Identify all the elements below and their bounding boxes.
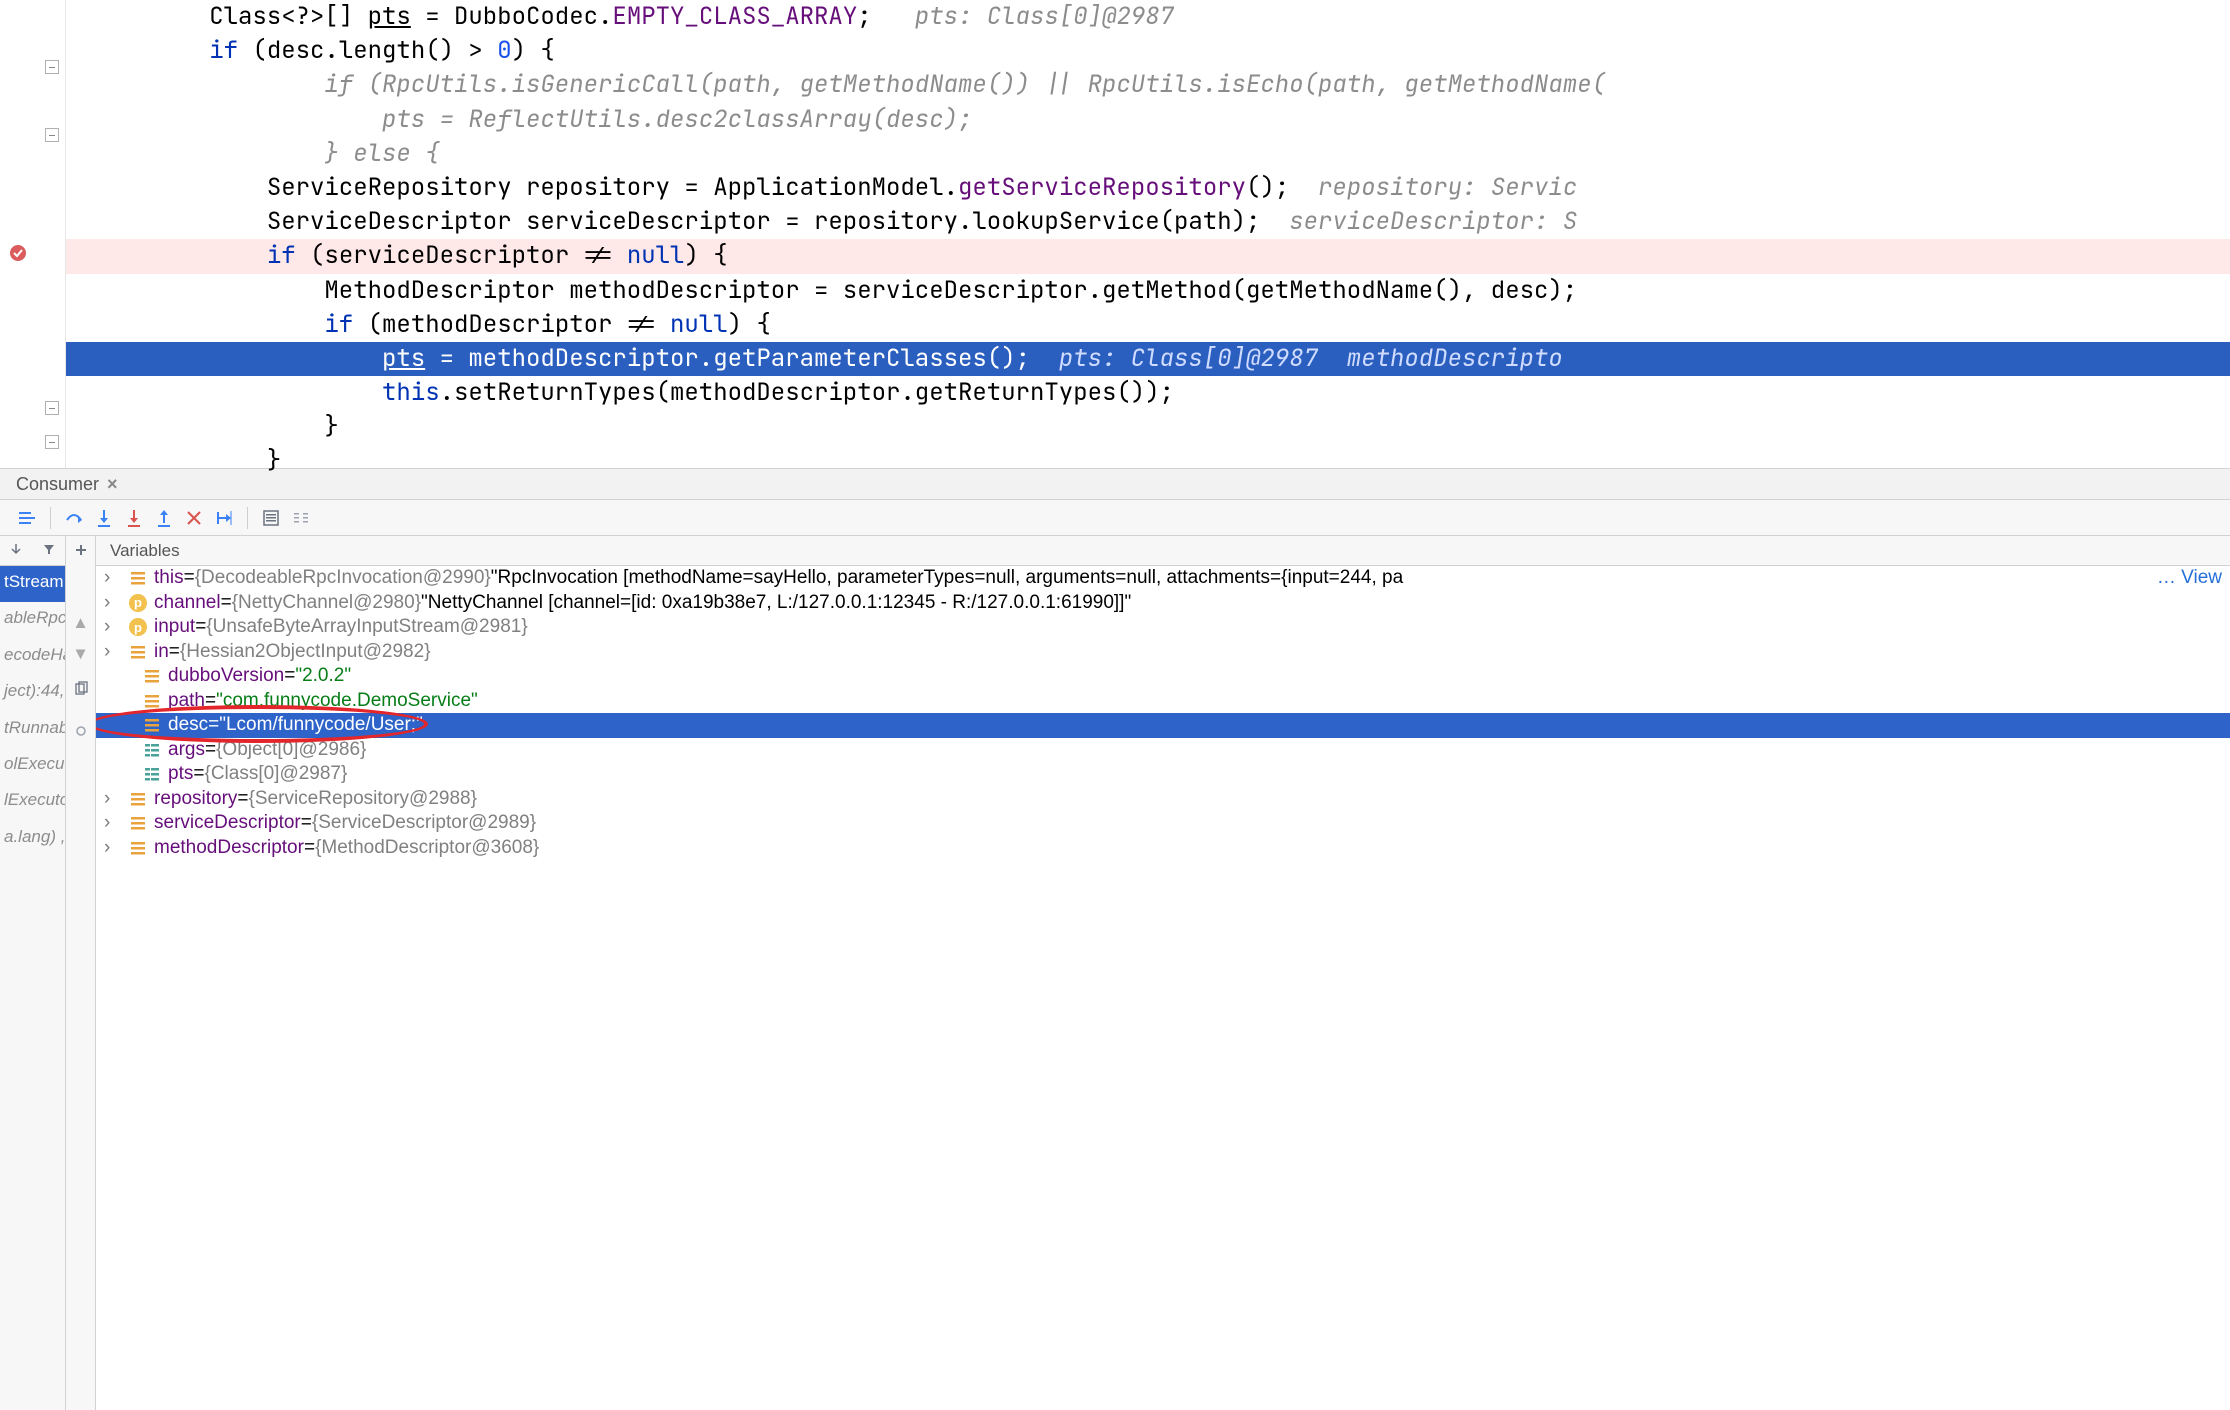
- step-out-icon[interactable]: [151, 505, 177, 531]
- variable-row[interactable]: path = "com.funnycode.DemoService": [96, 689, 2230, 714]
- expand-chevron-icon[interactable]: ›: [104, 592, 118, 614]
- variables-list[interactable]: ›this = {DecodeableRpcInvocation@2990} "…: [96, 566, 2230, 1410]
- code-line[interactable]: if (serviceDescriptor != null) {: [66, 239, 2230, 273]
- code-line[interactable]: this.setReturnTypes(methodDescriptor.get…: [66, 376, 2230, 410]
- code-line[interactable]: } else {: [66, 137, 2230, 171]
- variable-row[interactable]: ›this = {DecodeableRpcInvocation@2990} "…: [96, 566, 2230, 591]
- variable-row[interactable]: pts = {Class[0]@2987}: [96, 762, 2230, 787]
- expand-chevron-icon[interactable]: ›: [104, 812, 118, 834]
- variable-row[interactable]: ›in = {Hessian2ObjectInput@2982}: [96, 640, 2230, 665]
- code-line[interactable]: if (methodDescriptor != null) {: [66, 308, 2230, 342]
- code-line[interactable]: pts = methodDescriptor.getParameterClass…: [66, 342, 2230, 376]
- variables-side-toolbar: ▲ ▼: [66, 536, 96, 1410]
- code-line[interactable]: }: [66, 410, 2230, 444]
- variable-row[interactable]: desc = "Lcom/funnycode/User;": [96, 713, 2230, 738]
- step-over-icon[interactable]: [61, 505, 87, 531]
- fold-marker-icon[interactable]: [45, 435, 59, 449]
- fold-marker-icon[interactable]: [45, 128, 59, 142]
- frame-item[interactable]: olExecuto: [0, 748, 65, 784]
- code-line[interactable]: if (desc.length() > 0) {: [66, 34, 2230, 68]
- frame-item[interactable]: a.lang) ,: [0, 821, 65, 857]
- frame-item[interactable]: lExecuto: [0, 784, 65, 820]
- gutter-breakpoints[interactable]: [0, 0, 38, 468]
- frame-item[interactable]: ecodeHa: [0, 639, 65, 675]
- frames-prev-icon[interactable]: [9, 541, 23, 561]
- variables-header: Variables: [96, 536, 2230, 566]
- frame-item[interactable]: ableRpcI: [0, 602, 65, 638]
- expand-chevron-icon[interactable]: ›: [104, 788, 118, 810]
- code-line[interactable]: ServiceRepository repository = Applicati…: [66, 171, 2230, 205]
- expand-chevron-icon[interactable]: ›: [104, 616, 118, 638]
- gutter-folding[interactable]: [38, 0, 66, 468]
- new-watch-icon[interactable]: [73, 542, 89, 563]
- debug-toolbar: [0, 500, 2230, 536]
- variable-row[interactable]: ›serviceDescriptor = {ServiceDescriptor@…: [96, 811, 2230, 836]
- variable-row[interactable]: args = {Object[0]@2986}: [96, 738, 2230, 763]
- code-line[interactable]: Class<?>[] pts = DubboCodec.EMPTY_CLASS_…: [66, 0, 2230, 34]
- fold-marker-icon[interactable]: [45, 60, 59, 74]
- code-line[interactable]: if (RpcUtils.isGenericCall(path, getMeth…: [66, 68, 2230, 102]
- frames-list[interactable]: tStreamableRpcIecodeHaject):44,tRunnabol…: [0, 566, 65, 857]
- trace-current-stream-chain-icon[interactable]: [288, 505, 314, 531]
- expand-chevron-icon[interactable]: ›: [104, 567, 118, 589]
- force-step-into-icon[interactable]: [121, 505, 147, 531]
- variable-row[interactable]: ›pchannel = {NettyChannel@2980} "NettyCh…: [96, 591, 2230, 616]
- expand-chevron-icon[interactable]: ›: [104, 641, 118, 663]
- link-icon[interactable]: [72, 722, 90, 745]
- frame-item[interactable]: tRunnab: [0, 712, 65, 748]
- variable-row[interactable]: ›methodDescriptor = {MethodDescriptor@36…: [96, 836, 2230, 861]
- breakpoint-icon[interactable]: [10, 245, 26, 261]
- scroll-up-icon[interactable]: ▲: [76, 613, 86, 634]
- frame-item[interactable]: tStream: [0, 566, 65, 602]
- frames-panel: tStreamableRpcIecodeHaject):44,tRunnabol…: [0, 536, 66, 1410]
- variable-row[interactable]: ›pinput = {UnsafeByteArrayInputStream@29…: [96, 615, 2230, 640]
- frames-filter-icon[interactable]: [42, 541, 56, 561]
- variable-row[interactable]: dubboVersion = "2.0.2": [96, 664, 2230, 689]
- run-to-cursor-icon[interactable]: [211, 505, 237, 531]
- code-line[interactable]: }: [66, 444, 2230, 478]
- copy-icon[interactable]: [73, 681, 89, 702]
- code-line[interactable]: pts = ReflectUtils.desc2classArray(desc)…: [66, 103, 2230, 137]
- code-lines[interactable]: Class<?>[] pts = DubboCodec.EMPTY_CLASS_…: [66, 0, 2230, 468]
- view-link[interactable]: … View: [2157, 567, 2222, 589]
- step-into-icon[interactable]: [91, 505, 117, 531]
- show-execution-point-icon[interactable]: [14, 505, 40, 531]
- code-line[interactable]: ServiceDescriptor serviceDescriptor = re…: [66, 205, 2230, 239]
- variable-row[interactable]: ›repository = {ServiceRepository@2988}: [96, 787, 2230, 812]
- fold-marker-icon[interactable]: [45, 401, 59, 415]
- drop-frame-icon[interactable]: [181, 505, 207, 531]
- expand-chevron-icon[interactable]: ›: [104, 837, 118, 859]
- evaluate-expression-icon[interactable]: [258, 505, 284, 531]
- frame-item[interactable]: ject):44,: [0, 675, 65, 711]
- code-editor[interactable]: Class<?>[] pts = DubboCodec.EMPTY_CLASS_…: [0, 0, 2230, 468]
- code-line[interactable]: MethodDescriptor methodDescriptor = serv…: [66, 274, 2230, 308]
- scroll-down-icon[interactable]: ▼: [76, 644, 86, 665]
